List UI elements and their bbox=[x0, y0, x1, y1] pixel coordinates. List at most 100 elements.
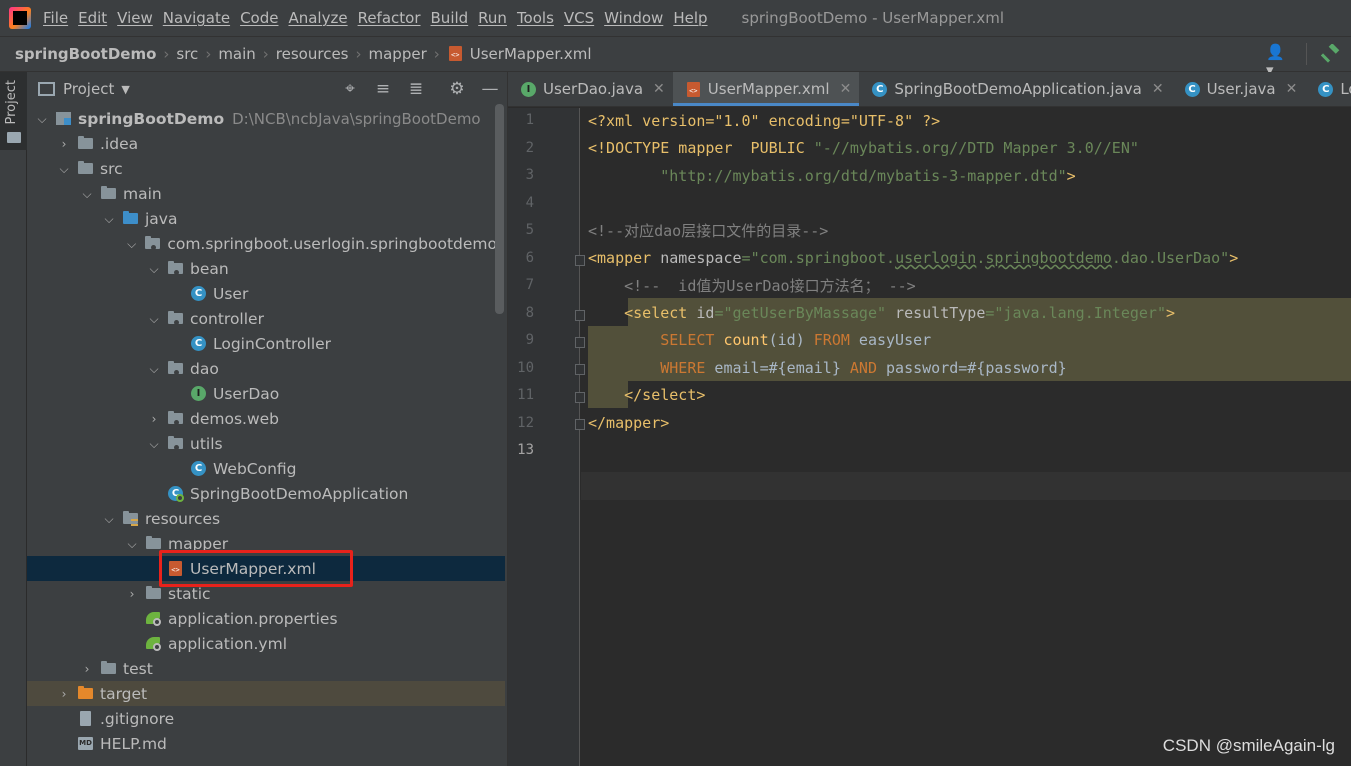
breadcrumb-resources[interactable]: resources bbox=[276, 45, 349, 63]
chevron-right-icon[interactable]: › bbox=[126, 588, 138, 600]
markdown-file-icon: MD bbox=[77, 735, 94, 752]
code-token: userlogin bbox=[895, 249, 977, 267]
breadcrumb-project[interactable]: springBootDemo bbox=[15, 45, 156, 63]
menu-vcs[interactable]: VCS bbox=[564, 9, 594, 27]
tree-item-user-dao[interactable]: I UserDao bbox=[27, 381, 497, 406]
tree-item-label: UserDao bbox=[213, 384, 280, 403]
tree-item-package-root[interactable]: ⌵ com.springboot.userlogin.springbootdem… bbox=[27, 231, 497, 256]
window-title: springBootDemo - UserMapper.xml bbox=[741, 9, 1005, 27]
menu-tools[interactable]: Tools bbox=[517, 9, 554, 27]
tree-item-gitignore[interactable]: .gitignore bbox=[27, 706, 497, 731]
chevron-down-icon[interactable]: ⌵ bbox=[126, 538, 138, 550]
tree-item-java[interactable]: ⌵ java bbox=[27, 206, 497, 231]
chevron-down-icon[interactable]: ⌵ bbox=[36, 113, 48, 125]
menu-run[interactable]: Run bbox=[478, 9, 507, 27]
tree-item-project-root[interactable]: ⌵ springBootDemo D:\NCB\ncbJava\springBo… bbox=[27, 106, 497, 131]
collapse-all-icon[interactable]: ≣ bbox=[406, 79, 426, 99]
menu-edit[interactable]: Edit bbox=[78, 9, 107, 27]
tree-item-dao[interactable]: ⌵ dao bbox=[27, 356, 497, 381]
user-account-icon[interactable]: 👤▾ bbox=[1266, 43, 1292, 79]
menu-refactor[interactable]: Refactor bbox=[358, 9, 421, 27]
menu-view[interactable]: View bbox=[117, 9, 153, 27]
chevron-down-icon[interactable]: ⌵ bbox=[103, 213, 115, 225]
tree-item-login-controller[interactable]: C LoginController bbox=[27, 331, 497, 356]
chevron-down-icon[interactable]: ⌵ bbox=[148, 263, 160, 275]
tree-item-bean[interactable]: ⌵ bean bbox=[27, 256, 497, 281]
tree-item-help-md[interactable]: MD HELP.md bbox=[27, 731, 497, 756]
tab-label: UserMapper.xml bbox=[707, 80, 830, 98]
close-icon[interactable]: ✕ bbox=[1286, 81, 1298, 97]
close-icon[interactable]: ✕ bbox=[840, 81, 852, 97]
code-editor[interactable]: <?xml version="1.0" encoding="UTF-8" ?> … bbox=[581, 108, 1351, 766]
tree-item-application-yml[interactable]: application.yml bbox=[27, 631, 497, 656]
menu-analyze[interactable]: Analyze bbox=[288, 9, 347, 27]
tree-item-controller[interactable]: ⌵ controller bbox=[27, 306, 497, 331]
chevron-down-icon[interactable]: ⌵ bbox=[148, 363, 160, 375]
code-line-9: SELECT count(id) FROM easyUser bbox=[581, 327, 931, 354]
menu-file[interactable]: File bbox=[43, 9, 68, 27]
breadcrumb-main[interactable]: main bbox=[218, 45, 255, 63]
close-icon[interactable]: ✕ bbox=[653, 81, 665, 97]
chevron-down-icon[interactable]: ▼ bbox=[121, 83, 129, 96]
line-number: 8 bbox=[525, 305, 534, 321]
chevron-right-icon[interactable]: › bbox=[148, 413, 160, 425]
breadcrumb-mapper[interactable]: mapper bbox=[369, 45, 427, 63]
chevron-down-icon[interactable]: ⌵ bbox=[148, 438, 160, 450]
tree-item-user[interactable]: C User bbox=[27, 281, 497, 306]
line-number: 1 bbox=[525, 112, 534, 128]
gear-icon[interactable]: ⚙ bbox=[447, 79, 467, 99]
tree-item-label: application.properties bbox=[168, 609, 338, 628]
menu-navigate[interactable]: Navigate bbox=[163, 9, 230, 27]
code-token: </mapper> bbox=[588, 414, 670, 432]
breadcrumb-separator-icon: › bbox=[163, 45, 170, 63]
breadcrumb-src[interactable]: src bbox=[176, 45, 198, 63]
project-panel-scrollbar[interactable] bbox=[495, 104, 504, 314]
chevron-right-icon[interactable]: › bbox=[58, 688, 70, 700]
chevron-down-icon[interactable]: ⌵ bbox=[81, 188, 93, 200]
project-panel: Project ▼ ⌖ ≡ ≣ ⚙ — ⌵ springBootDemo D:\… bbox=[27, 72, 507, 766]
code-token: <select bbox=[588, 304, 697, 322]
tree-item-main[interactable]: ⌵ main bbox=[27, 181, 497, 206]
class-icon: C bbox=[1184, 81, 1200, 97]
tree-item-utils[interactable]: ⌵ utils bbox=[27, 431, 497, 456]
tree-item-resources[interactable]: ⌵ resources bbox=[27, 506, 497, 531]
tab-usermapper-xml[interactable]: UserMapper.xml ✕ bbox=[672, 72, 860, 106]
tree-item-application-properties[interactable]: application.properties bbox=[27, 606, 497, 631]
code-line-12: </mapper> bbox=[581, 410, 669, 437]
menu-help[interactable]: Help bbox=[673, 9, 707, 27]
minimize-icon[interactable]: — bbox=[480, 79, 500, 99]
chevron-right-icon[interactable]: › bbox=[81, 663, 93, 675]
chevron-down-icon[interactable]: ⌵ bbox=[126, 238, 137, 250]
tree-item-label: .gitignore bbox=[100, 709, 175, 728]
chevron-down-icon[interactable]: ⌵ bbox=[148, 313, 160, 325]
tree-item-demos-web[interactable]: › demos.web bbox=[27, 406, 497, 431]
project-tool-tab[interactable]: Project bbox=[0, 72, 27, 150]
menu-window[interactable]: Window bbox=[604, 9, 663, 27]
chevron-down-icon[interactable]: ⌵ bbox=[58, 163, 70, 175]
tree-item-test[interactable]: › test bbox=[27, 656, 497, 681]
chevron-down-icon[interactable]: ⌵ bbox=[103, 513, 115, 525]
tab-userdao-java[interactable]: I UserDao.java ✕ bbox=[508, 72, 673, 106]
menu-build[interactable]: Build bbox=[431, 9, 469, 27]
tab-springbootdemoapplication-java[interactable]: C SpringBootDemoApplication.java ✕ bbox=[859, 72, 1171, 106]
build-hammer-icon[interactable] bbox=[1321, 44, 1341, 64]
project-panel-title[interactable]: Project bbox=[63, 80, 114, 98]
tab-login-controller-java[interactable]: C Logi bbox=[1305, 72, 1351, 106]
tree-item-label: target bbox=[100, 684, 148, 703]
tab-user-java[interactable]: C User.java ✕ bbox=[1172, 72, 1306, 106]
tab-label: Logi bbox=[1340, 80, 1351, 98]
tree-item-idea[interactable]: › .idea bbox=[27, 131, 497, 156]
chevron-right-icon[interactable]: › bbox=[58, 138, 70, 150]
tree-item-web-config[interactable]: C WebConfig bbox=[27, 456, 497, 481]
expand-all-icon[interactable]: ≡ bbox=[373, 79, 393, 99]
code-token: > bbox=[1066, 167, 1076, 185]
close-icon[interactable]: ✕ bbox=[1152, 81, 1164, 97]
breadcrumb-file[interactable]: UserMapper.xml bbox=[447, 45, 592, 63]
tree-item-target[interactable]: › target bbox=[27, 681, 505, 706]
tree-item-src[interactable]: ⌵ src bbox=[27, 156, 497, 181]
code-token: password=#{password} bbox=[877, 359, 1067, 377]
locate-icon[interactable]: ⌖ bbox=[340, 79, 360, 99]
tree-item-application-class[interactable]: C SpringBootDemoApplication bbox=[27, 481, 497, 506]
menu-code[interactable]: Code bbox=[240, 9, 278, 27]
tab-label: UserDao.java bbox=[543, 80, 644, 98]
